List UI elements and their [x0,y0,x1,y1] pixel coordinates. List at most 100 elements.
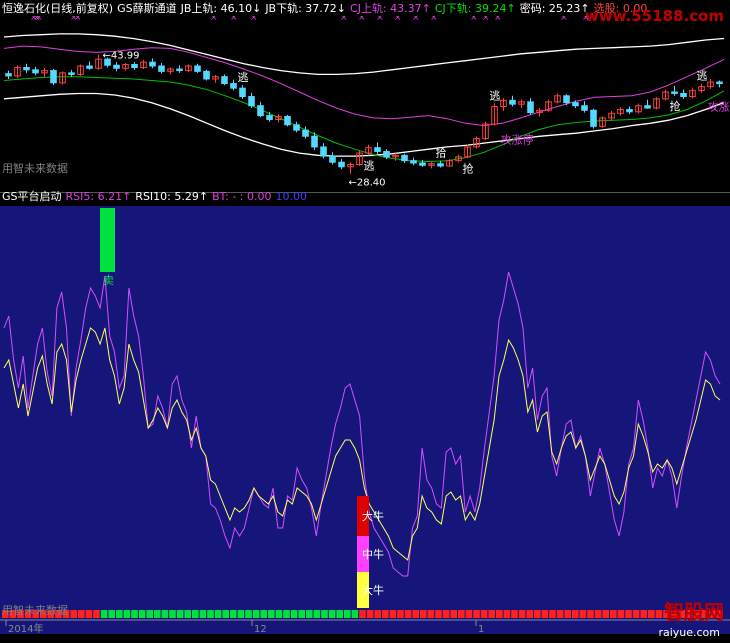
main-header-item-4: CJ上轨: 43.37↑ [350,2,431,15]
signal-x-mark: × [376,16,384,23]
signal-label: 逃 [490,89,501,102]
strip-cell [230,610,237,618]
rsi-panel[interactable]: 卖大牛中牛大牛2014年 12 1 [0,206,730,634]
strip-cell [610,610,617,618]
strip-cell [389,610,397,618]
signal-x-mark: × [560,16,568,23]
strip-cell [594,610,602,618]
strip-cell [169,610,176,618]
strip-cell [321,610,328,618]
main-header-item-1: GS薛斯通道 [117,2,177,15]
signal-x-mark: × [74,16,82,23]
sub-header-item-2: RSI10: 5.29↑ [135,190,209,203]
main-chart-header: 恒逸石化(日线,前复权) GS薛斯通道 JB上轨: 46.10↓ JB下轨: 37.7… [2,1,651,17]
strip-cell [222,610,229,618]
pattern-label: 攻涨停 [708,100,730,114]
candle-body [158,65,165,72]
candle-body [302,129,309,137]
signal-x-mark: × [394,16,402,23]
strip-cell [556,610,564,618]
strip-cell [587,610,594,618]
strip-cell [564,610,571,618]
x-tick-label: 12 [254,624,267,634]
candle-body [374,147,381,153]
strip-cell [100,610,108,618]
candle-body [257,105,264,117]
strip-cell [435,610,442,618]
strip-cell [579,610,587,618]
strip-cell [328,610,336,618]
strip-cell [154,610,161,618]
signal-label: 抢 [670,99,681,113]
strip-cell [290,610,298,618]
candle-body [581,105,588,111]
candle-body [509,99,516,105]
strip-cell [313,610,321,618]
sub-note: 用智未来数据 [2,604,68,617]
sub-header-item-0: GS平台启动 [2,190,62,203]
strip-cell [458,610,465,618]
candle-body [590,109,597,127]
candle-body [131,63,138,69]
candle-body [266,115,273,120]
candle-body [23,67,30,71]
sub-header-item-1: RSI5: 6.21↑ [65,190,132,203]
strip-cell [602,610,609,618]
signal-x-mark: × [482,16,490,23]
candlestick-panel[interactable]: ××× ×× × × × × × × × × × × × × × ×←43.99←28.40逃逃拾抢逃抢逃攻涨… [0,16,730,206]
candle-body [419,162,426,166]
sub-header-item-3: BT: - : 0.00 [212,190,272,203]
pattern-label: 攻涨停 [501,133,534,147]
strip-cell [184,610,191,618]
chart-stage: 恒逸石化(日线,前复权) GS薛斯通道 JB上轨: 46.10↓ JB下轨: 37.7… [0,0,730,643]
strip-cell [131,610,138,618]
strip-cell [450,610,457,618]
bull-label: 中牛 [362,547,384,561]
candle-body [149,61,156,67]
candle-body [311,135,318,148]
candle-body [176,68,183,72]
signal-x-mark: × [430,16,438,23]
strip-cell [123,610,131,618]
candle-body [626,109,633,113]
strip-cell [138,610,146,618]
candle-body [32,69,39,74]
main-header-item-3: JB下轨: 37.72↓ [265,2,347,15]
sub-chart-header: GS平台启动 RSI5: 6.21↑ RSI10: 5.29↑ BT: - : 0.0… [2,189,311,205]
bull-label: 大牛 [362,509,384,523]
strip-cell [572,610,579,618]
strip-cell [617,610,625,618]
candle-body [671,91,678,94]
strip-cell [541,610,549,618]
candle-body [680,92,687,98]
strip-cell [78,610,85,618]
strip-cell [412,610,419,618]
signal-x-mark: × [470,16,478,23]
strip-cell [116,610,123,618]
candle-body [572,102,579,107]
strip-cell [237,610,245,618]
main-header-item-2: JB上轨: 46.10↓ [180,2,262,15]
strip-cell [245,610,252,618]
candle-body [221,76,228,85]
strip-cell [108,610,115,618]
strip-cell [207,610,214,618]
strip-cell [192,610,199,618]
strip-cell [549,610,556,618]
strip-cell [420,610,427,618]
strip-cell [351,610,359,618]
strip-cell [427,610,435,618]
candle-body [5,73,12,77]
bull-label: 大牛 [362,583,384,597]
strip-cell [480,610,488,618]
signal-x-mark: × [250,16,258,23]
strip-cell [359,610,366,618]
strip-cell [252,610,260,618]
signal-x-mark: × [358,16,366,23]
candle-body [284,115,291,126]
main-header-item-0: 恒逸石化(日线,前复权) [2,2,114,15]
signal-x-mark: × [210,16,218,23]
signal-label: 拾 [436,146,447,160]
sell-bar [100,208,115,272]
bottom-watermark-en: raiyue.com [658,626,720,639]
